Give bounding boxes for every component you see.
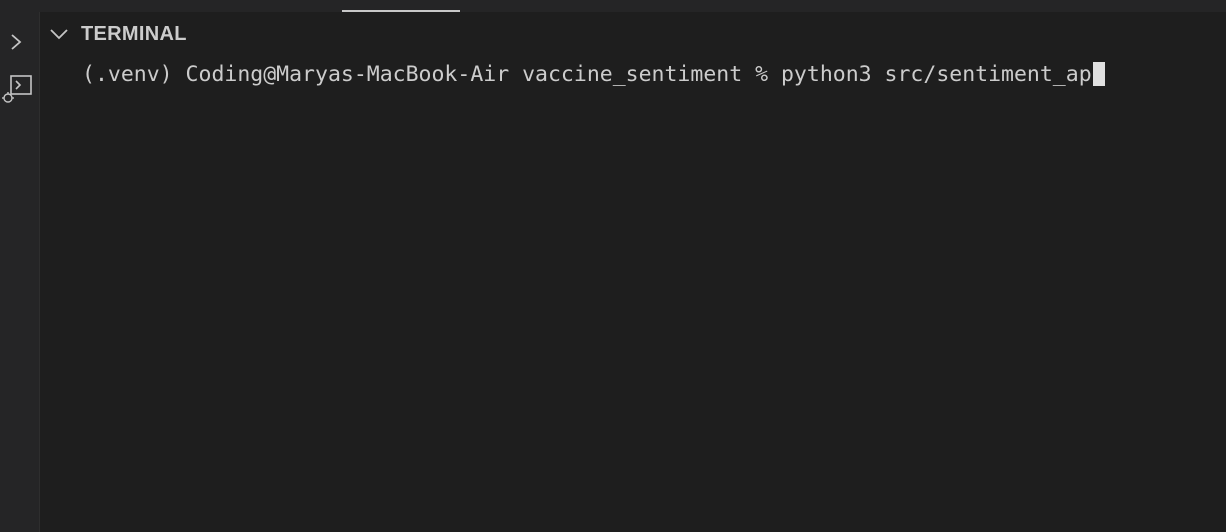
chevron-down-icon[interactable]	[49, 26, 69, 42]
terminal-window: TERMINAL (.venv) Coding@Maryas-MacBook-A…	[0, 0, 1226, 532]
panel-title[interactable]: TERMINAL	[81, 23, 187, 46]
terminal-debug-icon[interactable]	[0, 72, 34, 106]
terminal-line: (.venv) Coding@Maryas-MacBook-Air vaccin…	[82, 62, 1105, 88]
terminal-command: python3 src/sentiment_ap	[780, 62, 1092, 87]
top-tab-strip	[0, 0, 1226, 12]
terminal-prompt: (.venv) Coding@Maryas-MacBook-Air vaccin…	[82, 62, 781, 87]
terminal-body[interactable]: (.venv) Coding@Maryas-MacBook-Air vaccin…	[40, 50, 1226, 532]
panel-header: TERMINAL	[40, 12, 1226, 50]
text-cursor	[1092, 62, 1105, 86]
chevron-right-icon[interactable]	[8, 32, 24, 52]
activity-bar	[0, 12, 40, 532]
